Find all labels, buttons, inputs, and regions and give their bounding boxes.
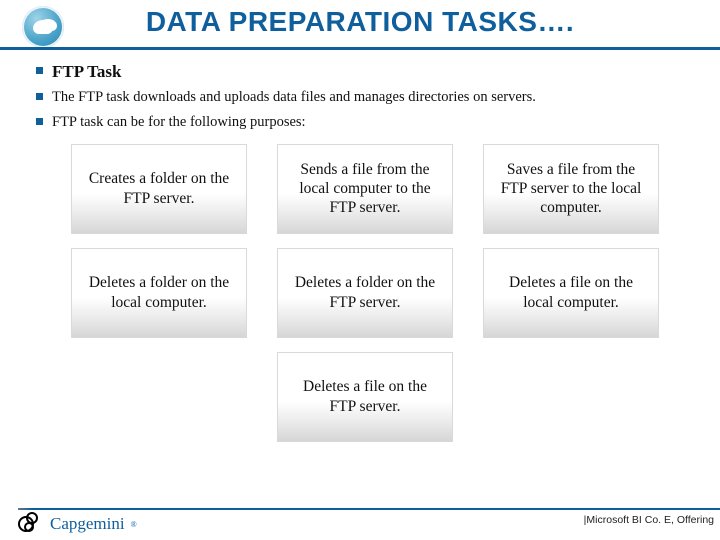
card-grid: Creates a folder on the FTP server. Send… (34, 144, 696, 442)
brand-name: Capgemini (50, 514, 125, 534)
task-card: Deletes a folder on the local computer. (71, 248, 247, 338)
registered-icon: ® (131, 520, 137, 529)
task-card: Deletes a folder on the FTP server. (277, 248, 453, 338)
card-row: Deletes a folder on the local computer. … (71, 248, 659, 338)
task-card: Sends a file from the local computer to … (277, 144, 453, 234)
bullet-item: FTP task can be for the following purpos… (34, 113, 696, 132)
content-area: FTP Task The FTP task downloads and uplo… (34, 62, 696, 442)
task-card: Deletes a file on the FTP server. (277, 352, 453, 442)
footer-attribution: |Microsoft BI Co. E, Offering (584, 514, 714, 526)
task-card: Saves a file from the FTP server to the … (483, 144, 659, 234)
page-title: DATA PREPARATION TASKS…. (0, 6, 720, 38)
bullet-item: The FTP task downloads and uploads data … (34, 88, 696, 107)
header-rule (76, 47, 720, 50)
card-row: Deletes a file on the FTP server. (277, 352, 453, 442)
section-heading: FTP Task (34, 62, 696, 82)
card-row: Creates a folder on the FTP server. Send… (71, 144, 659, 234)
brand-logo-icon (18, 512, 44, 536)
header-rule (0, 47, 76, 50)
task-card: Deletes a file on the local computer. (483, 248, 659, 338)
footer-brand: Capgemini ® (18, 512, 137, 536)
footer-rule (18, 508, 720, 510)
task-card: Creates a folder on the FTP server. (71, 144, 247, 234)
